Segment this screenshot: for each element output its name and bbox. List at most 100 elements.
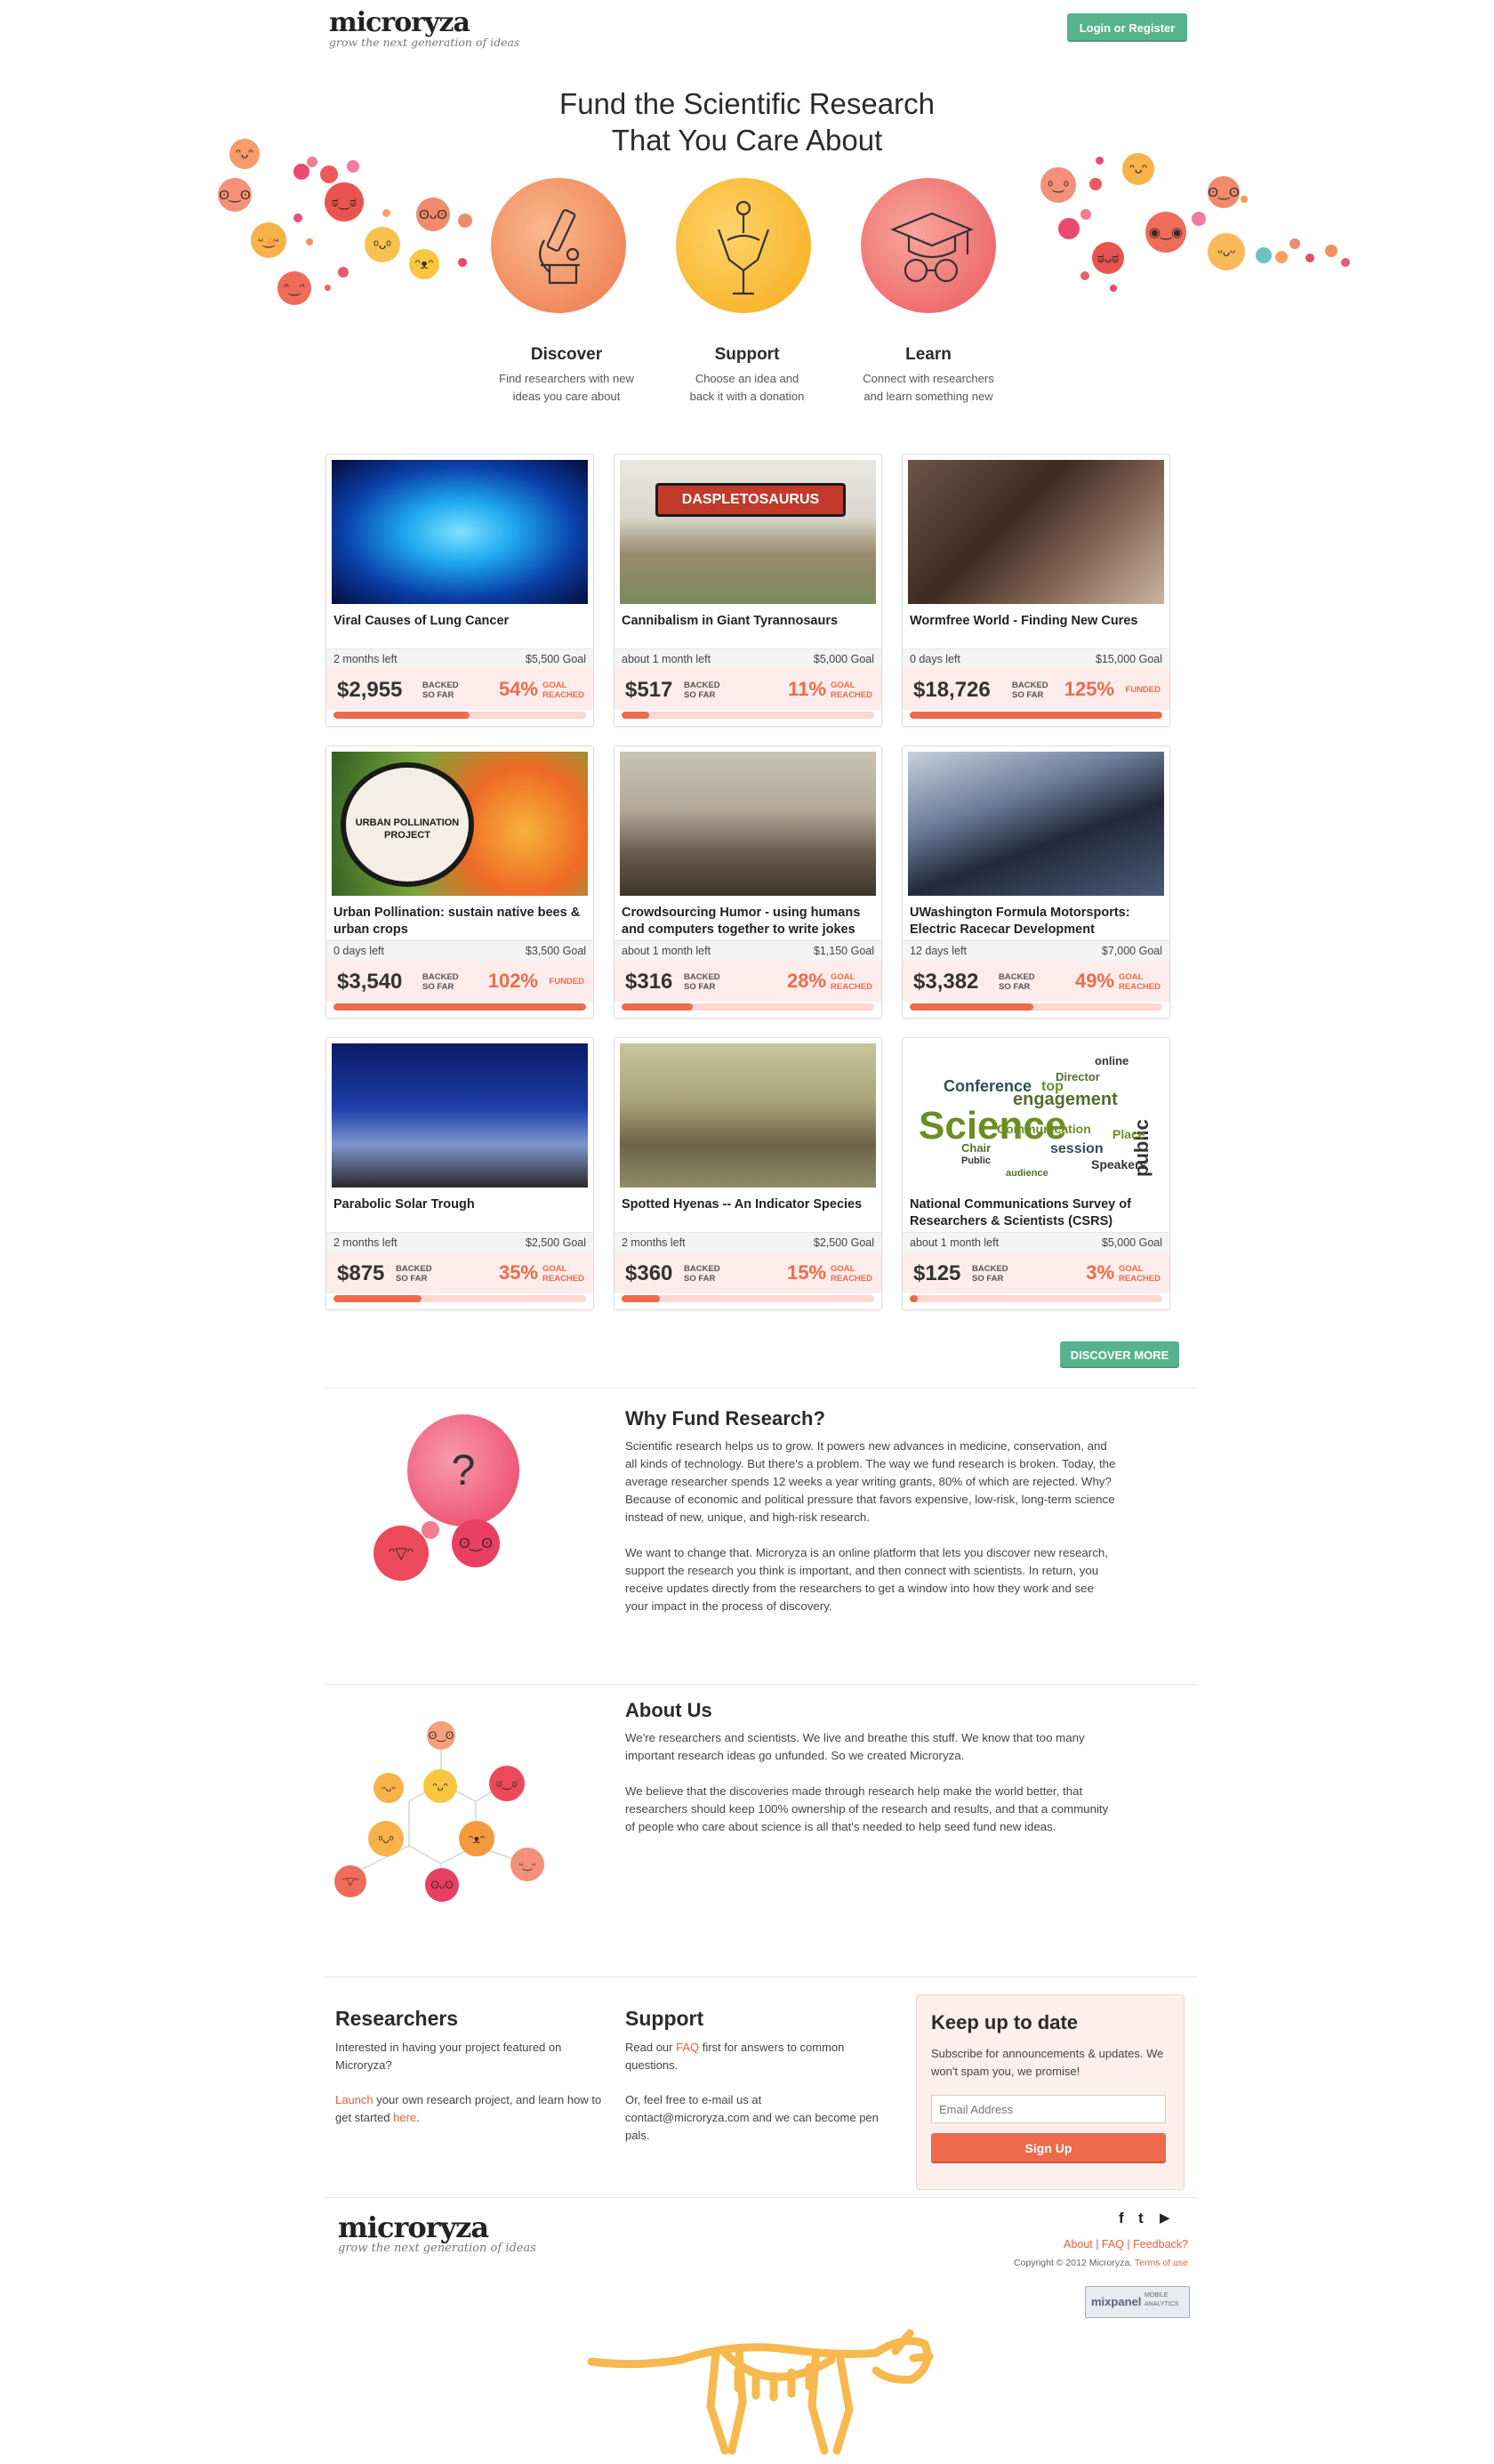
progress-bar — [910, 1295, 1162, 1302]
word-cloud-word: session — [1050, 1141, 1104, 1156]
project-title[interactable]: Parabolic Solar Trough — [333, 1196, 586, 1213]
status-label: GOAL REACHED — [831, 1264, 872, 1284]
project-title[interactable]: UWashington Formula Motorsports: Electri… — [910, 905, 1162, 938]
project-card[interactable]: Science engagement Conference Communication… — [902, 1037, 1170, 1310]
face-icon: ᵔᴗᵔ — [423, 1769, 457, 1803]
funding-goal: $2,500 Goal — [813, 1236, 874, 1249]
project-card[interactable]: Wormfree World - Finding New Cures 0 days… — [902, 454, 1170, 727]
faq-footer-link[interactable]: FAQ — [1102, 2238, 1124, 2251]
progress-fill — [622, 1295, 660, 1302]
project-card[interactable]: Crowdsourcing Humor - using humans and c… — [614, 745, 882, 1019]
project-meta: 12 days left $7,000 Goal — [903, 940, 1169, 961]
project-title[interactable]: Wormfree World - Finding New Cures — [910, 613, 1162, 630]
facebook-icon[interactable]: f — [1119, 2210, 1124, 2227]
percent-funded: 35% — [498, 1261, 538, 1284]
project-meta: about 1 month left $5,000 Goal — [903, 1232, 1169, 1252]
amount-backed: $125 — [913, 1261, 961, 1285]
divider — [325, 1388, 1198, 1389]
about-link[interactable]: About — [1064, 2238, 1093, 2251]
footer-logo-text: microryza — [338, 2210, 489, 2244]
launch-link[interactable]: Launch — [335, 2093, 374, 2106]
progress-fill — [622, 712, 650, 719]
project-meta: 2 months left $2,500 Goal — [614, 1232, 881, 1252]
project-image[interactable] — [620, 752, 876, 896]
project-card[interactable]: Parabolic Solar Trough 2 months left $2,50… — [325, 1037, 594, 1310]
project-title[interactable]: Cannibalism in Giant Tyrannosaurs — [622, 613, 874, 630]
project-image[interactable] — [332, 1043, 588, 1188]
time-left: 0 days left — [910, 653, 960, 665]
status-label: GOAL REACHED — [542, 1264, 584, 1284]
discover-more-button[interactable]: DISCOVER MORE — [1060, 1341, 1179, 1368]
progress-fill — [333, 712, 470, 719]
here-link[interactable]: here — [393, 2111, 416, 2124]
footer-logo[interactable]: microryza grow the next generation of id… — [338, 2210, 536, 2255]
time-left: 2 months left — [333, 653, 398, 665]
youtube-icon[interactable]: ▶ — [1160, 2210, 1170, 2226]
progress-bar — [910, 712, 1162, 719]
footer-tagline: grow the next generation of ideas — [338, 2242, 536, 2255]
project-image[interactable] — [908, 752, 1164, 896]
project-card[interactable]: DASPLETOSAURUS Cannibalism in Giant Tyran… — [614, 454, 882, 727]
status-label: GOAL REACHED — [1119, 1264, 1161, 1284]
mixpanel-badge[interactable]: mixpanel MOBILE ANALYTICS — [1085, 2286, 1190, 2318]
faq-link[interactable]: FAQ — [676, 2041, 699, 2054]
project-card[interactable]: Viral Causes of Lung Cancer 2 months left… — [325, 454, 594, 727]
project-title[interactable]: Urban Pollination: sustain native bees &… — [333, 905, 586, 938]
word-cloud-word: Place — [1112, 1127, 1145, 1141]
amount-backed: $2,955 — [337, 678, 403, 702]
status-label: GOAL REACHED — [1119, 972, 1161, 992]
progress-bar — [622, 712, 874, 719]
funding-goal: $2,500 Goal — [525, 1236, 586, 1249]
amount-backed: $316 — [625, 970, 673, 994]
progress-fill — [910, 1003, 1034, 1011]
project-image[interactable]: DASPLETOSAURUS — [620, 460, 876, 604]
project-image[interactable] — [332, 460, 588, 604]
progress-bar — [333, 712, 586, 719]
face-icon: ᵕᴗᵕ — [374, 1773, 404, 1803]
project-meta: about 1 month left $1,150 Goal — [614, 940, 881, 961]
amount-backed: $3,540 — [337, 970, 403, 994]
site-logo[interactable]: microryza grow the next generation of id… — [329, 7, 519, 49]
email-field[interactable] — [931, 2095, 1166, 2123]
face-icon: ʘ‿ʘ — [452, 1519, 500, 1567]
percent-funded: 28% — [786, 970, 826, 992]
terms-link[interactable]: Terms of use — [1135, 2258, 1188, 2268]
login-register-button[interactable]: Login or Register — [1067, 13, 1187, 42]
project-card[interactable]: URBAN POLLINATION PROJECT Urban Pollinati… — [325, 745, 594, 1019]
project-title[interactable]: Viral Causes of Lung Cancer — [333, 613, 586, 630]
researchers-title: Researchers — [335, 2007, 459, 2030]
word-cloud-word: top — [1041, 1079, 1064, 1094]
project-title[interactable]: National Communications Survey of Resear… — [910, 1196, 1162, 1230]
project-image[interactable] — [908, 460, 1164, 604]
progress-bar — [622, 1003, 874, 1011]
logo-text: microryza — [329, 7, 470, 38]
project-meta: about 1 month left $5,000 Goal — [614, 648, 881, 669]
project-card[interactable]: UWashington Formula Motorsports: Electri… — [902, 745, 1170, 1019]
time-left: about 1 month left — [622, 653, 711, 665]
sign-up-button[interactable]: Sign Up — [931, 2133, 1166, 2163]
project-stats: $517 BACKED SO FAR GOAL REACHED 11% — [614, 669, 881, 710]
tagline: grow the next generation of ideas — [329, 36, 520, 49]
hero-title: Fund the Scientific Research That You Ca… — [559, 87, 935, 157]
feedback-link[interactable]: Feedback? — [1133, 2238, 1188, 2251]
twitter-icon[interactable]: t — [1138, 2210, 1144, 2227]
face-icon: ᵔ‿ᵔ — [277, 271, 311, 305]
feature-learn: Learn Connect with researchers and learn … — [863, 345, 994, 403]
face-icon: ʘ‿ʘ — [218, 178, 252, 212]
project-image[interactable] — [620, 1043, 876, 1188]
backed-label: BACKED SO FAR — [396, 1264, 432, 1284]
why-title: Why Fund Research? — [625, 1407, 825, 1429]
status-label: FUNDED — [549, 977, 584, 986]
project-image-text: URBAN POLLINATION PROJECT — [341, 762, 474, 887]
face-icon: ᵒᴗᵒ — [365, 227, 400, 262]
project-title[interactable]: Spotted Hyenas -- An Indicator Species — [622, 1196, 874, 1213]
progress-fill — [910, 712, 1162, 719]
feature-discover: Discover Find researchers with new ideas … — [499, 345, 634, 403]
progress-bar — [333, 1295, 586, 1302]
newsletter-title: Keep up to date — [931, 2011, 1079, 2033]
project-title[interactable]: Crowdsourcing Humor - using humans and c… — [622, 905, 874, 938]
project-image[interactable]: Science engagement Conference Communication… — [908, 1043, 1164, 1188]
project-card[interactable]: Spotted Hyenas -- An Indicator Species 2 … — [614, 1037, 882, 1310]
backed-label: BACKED SO FAR — [999, 972, 1035, 992]
project-image[interactable]: URBAN POLLINATION PROJECT — [332, 752, 588, 896]
